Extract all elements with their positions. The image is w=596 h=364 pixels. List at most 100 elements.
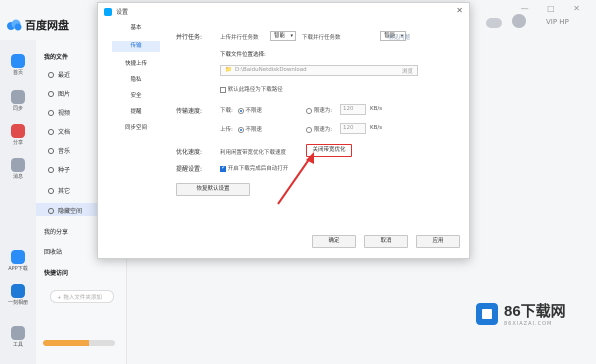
upload-unit: KB/s <box>370 125 383 131</box>
upload-limit-radio[interactable] <box>306 126 312 133</box>
baidu-cloud-icon <box>7 19 22 31</box>
rail-label: APP下载 <box>8 266 28 272</box>
parallel-label: 并行任务: <box>176 34 203 41</box>
browse-button[interactable]: 浏览 <box>402 67 413 75</box>
folder-icon: 📁 <box>225 67 232 73</box>
settings-dialog: 设置 ✕ 基本 传输 快捷上传 隐私 安全 提醒 同步空间 并行任务: 上传并行… <box>97 2 470 259</box>
app-title: 百度网盘 <box>25 19 69 32</box>
rail-item-message[interactable]: 消息 <box>0 158 36 180</box>
video-icon <box>48 109 54 116</box>
sidebar-item-images[interactable]: 图片 <box>48 89 70 98</box>
avatar[interactable] <box>512 14 526 28</box>
menu-item-privacy[interactable]: 隐私 <box>112 75 160 86</box>
storage-progress-fill <box>43 340 90 346</box>
download-path-input[interactable]: 📁 D:\BaiduNetdiskDownload 浏览 <box>220 65 418 76</box>
download-limit-input[interactable]: 120 <box>340 104 366 115</box>
upload-limit-row: 限速为: <box>306 125 332 133</box>
annotation-arrow <box>277 152 314 205</box>
rail-item-tools[interactable]: 工具 <box>0 326 36 348</box>
sidebar-item-hidden[interactable]: 隐藏空间 <box>48 206 82 215</box>
apply-button[interactable]: 应用 <box>416 235 460 248</box>
reset-defaults-button[interactable]: 恢复默认设置 <box>176 183 250 196</box>
download-limit-row: 限速为: <box>306 106 332 114</box>
ok-button[interactable]: 确定 <box>312 235 356 248</box>
app-icon <box>104 7 112 16</box>
watermark-url: 86XIAZAI.COM <box>504 321 553 327</box>
menu-item-reminder[interactable]: 提醒 <box>112 107 160 118</box>
prompt-label: 提醒设置: <box>176 166 203 173</box>
download-path-label: 下载文件位置选择: <box>220 52 266 58</box>
rail-item-home[interactable]: 首页 <box>0 54 36 76</box>
clock-icon <box>48 71 54 78</box>
default-path-checkbox[interactable] <box>220 86 226 93</box>
torrent-icon <box>48 166 54 173</box>
upload-parallel-select[interactable]: 智能 <box>270 31 297 41</box>
cancel-button[interactable]: 取消 <box>364 235 408 248</box>
download-limit-radio[interactable] <box>306 107 312 114</box>
rail-label: 工具 <box>12 342 23 348</box>
more-icon <box>48 187 54 194</box>
rail-label: 同步 <box>12 106 23 112</box>
sync-icon <box>11 90 25 104</box>
message-icon <box>11 158 25 172</box>
download-parallel-label: 下载并行任务数 <box>302 35 341 41</box>
download-unlimited-radio[interactable] <box>237 107 244 114</box>
prompt-checkbox[interactable] <box>220 164 226 172</box>
vip-label[interactable]: VIP HP <box>546 18 569 26</box>
cloud-icon <box>11 54 25 68</box>
quick-access-heading[interactable]: 快捷访问 <box>44 268 68 277</box>
sidebar-item-recent[interactable]: 最近 <box>48 70 70 79</box>
watermark: 86下载网 86XIAZAI.COM <box>476 300 566 327</box>
upload-unlimited-radio[interactable] <box>237 126 244 133</box>
lock-icon <box>48 207 54 214</box>
window-controls[interactable]: — □ ✕ <box>521 4 588 13</box>
left-rail: 首页 同步 分享 消息 APP下载 一刻相册 工具 <box>0 40 36 364</box>
rail-item-share[interactable]: 分享 <box>0 124 36 146</box>
rail-label: 一刻相册 <box>7 300 28 306</box>
menu-item-basic[interactable]: 基本 <box>112 23 160 34</box>
rail-item-album[interactable]: 一刻相册 <box>0 284 36 306</box>
download-speed-row: 下载: 不限速 <box>220 107 262 114</box>
menu-item-quick-upload[interactable]: 快捷上传 <box>112 59 160 70</box>
download-unit: KB/s <box>370 106 383 112</box>
rail-item-sync[interactable]: 同步 <box>0 90 36 112</box>
close-icon[interactable]: ✕ <box>456 6 463 15</box>
menu-item-sync-space[interactable]: 同步空间 <box>112 123 160 134</box>
speed-label: 传输速度: <box>176 108 203 115</box>
dialog-titlebar: 设置 <box>104 7 128 16</box>
music-icon <box>48 147 54 154</box>
sidebar-item-video[interactable]: 视频 <box>48 108 70 117</box>
rail-label: 首页 <box>12 70 23 76</box>
sidebar-item-music[interactable]: 音乐 <box>48 146 70 155</box>
menu-item-security[interactable]: 安全 <box>112 91 160 102</box>
upload-parallel-label: 上传并行任务数 <box>220 35 259 41</box>
cloud-status-icon[interactable] <box>486 18 502 28</box>
my-files-heading[interactable]: 我的文件 <box>44 52 68 61</box>
upload-speed-row: 上传: 不限速 <box>220 126 262 133</box>
doc-icon <box>48 128 54 135</box>
sidebar-item-torrent[interactable]: 种子 <box>48 165 70 174</box>
sidebar-item-docs[interactable]: 文档 <box>48 127 70 136</box>
menu-item-transfer[interactable]: 传输 <box>112 41 160 52</box>
watermark-title: 86下载网 <box>504 303 566 320</box>
sidebar-item-other[interactable]: 其它 <box>48 186 70 195</box>
faq-link[interactable]: 常见问题 <box>388 33 410 41</box>
phone-icon <box>11 250 25 264</box>
upload-limit-input[interactable]: 120 <box>340 123 366 134</box>
album-icon <box>11 284 25 298</box>
quick-access-dropzone[interactable]: + 拖入文件夹添加 <box>50 290 114 303</box>
rail-label: 分享 <box>12 140 23 146</box>
tools-icon <box>11 326 25 340</box>
rail-item-app-download[interactable]: APP下载 <box>0 250 36 272</box>
sidebar-my-share[interactable]: 我的分享 <box>44 227 68 236</box>
sidebar-recycle-bin[interactable]: 回收站 <box>44 247 62 256</box>
app-logo: 百度网盘 <box>6 17 69 33</box>
dialog-title: 设置 <box>116 9 129 16</box>
watermark-logo-icon <box>476 302 498 325</box>
rail-label: 消息 <box>12 174 23 180</box>
image-icon <box>48 90 54 97</box>
default-path-option[interactable]: 默认此路径为下载路径 <box>220 85 283 93</box>
storage-progress-bar <box>43 340 115 346</box>
optimize-label: 优化速度: <box>176 149 203 156</box>
share-icon <box>11 124 25 138</box>
